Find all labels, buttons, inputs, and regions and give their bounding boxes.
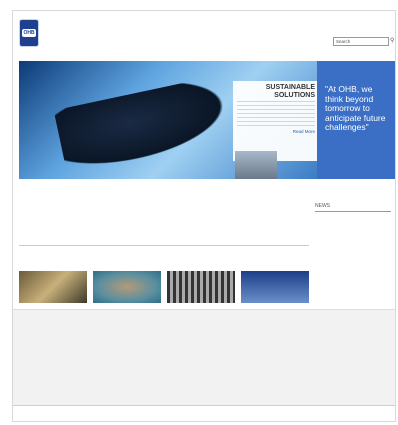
person-photo	[235, 151, 277, 179]
news-title: NEWS	[315, 203, 391, 212]
category-links	[19, 243, 309, 246]
logo[interactable]: OHB	[19, 19, 39, 47]
footer	[13, 309, 395, 405]
news-panel: NEWS	[315, 203, 391, 303]
hero-banner: SUSTAINABLE SOLUTIONS Read More "At OHB,…	[19, 61, 395, 179]
thumbnail-3[interactable]	[167, 271, 235, 303]
hero-quote: "At OHB, we think beyond tomorrow to ant…	[317, 61, 395, 179]
category-thumbnails	[19, 271, 309, 303]
promo-text-lines	[237, 101, 315, 129]
thumbnail-2[interactable]	[93, 271, 161, 303]
header: OHB Search ⚲	[13, 11, 395, 67]
page: OHB Search ⚲ SUSTAINABLE SOLUTIONS Read …	[12, 10, 396, 422]
search-icon[interactable]: ⚲	[390, 37, 394, 46]
promo-box[interactable]: SUSTAINABLE SOLUTIONS Read More	[233, 81, 319, 161]
thumbnail-1[interactable]	[19, 271, 87, 303]
search-input[interactable]: Search	[333, 37, 389, 46]
bottom-bar[interactable]	[13, 405, 395, 421]
promo-read-more-link[interactable]: Read More	[237, 129, 315, 134]
thumbnail-4[interactable]	[241, 271, 309, 303]
